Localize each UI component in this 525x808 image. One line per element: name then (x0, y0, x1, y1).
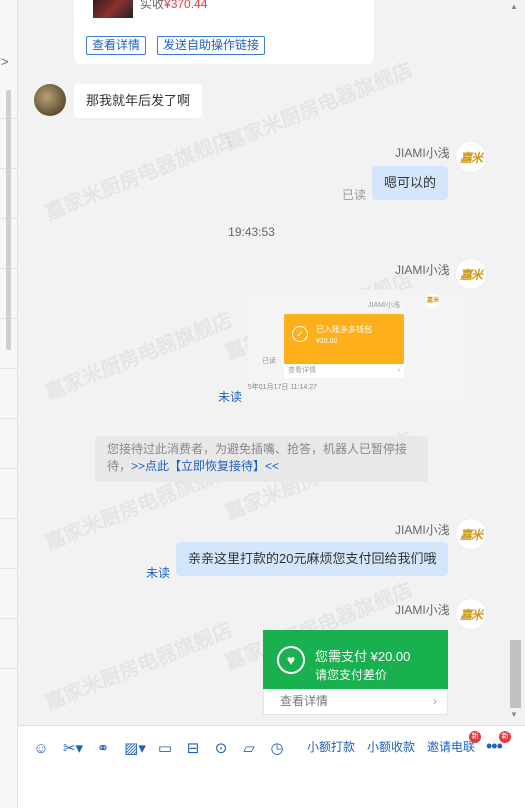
divider (0, 668, 17, 669)
search-order-icon[interactable]: ⊙ (212, 740, 230, 758)
agent-logo: 嘉米 (459, 527, 483, 542)
wallet-card-title: 已入账多多钱包 (316, 325, 372, 334)
agent-name: JIAMI小浅 (395, 146, 450, 160)
unread-status: 未读 (146, 566, 171, 580)
watermark: 嘉家米厨房电器旗舰店 (222, 59, 416, 155)
payment-card-header: ♥ 您需支付 ¥20.00 请您支付差价 (263, 630, 448, 689)
folder-icon[interactable]: ▱ (240, 740, 258, 758)
message-scrollbar[interactable]: ▲ ▼ (507, 0, 525, 725)
agent-avatar[interactable]: 嘉米 (455, 258, 487, 290)
agent-name: JIAMI小浅 (395, 523, 450, 537)
agent-message: 亲亲这里打款的20元麻烦您支付回给我们哦 (176, 542, 449, 576)
agent-avatar[interactable]: 嘉米 (455, 141, 487, 173)
small-collect-link[interactable]: 小额收款 (367, 738, 415, 755)
image-icon[interactable]: ▨▾ (122, 740, 148, 758)
watermark: 嘉家米厨房电器旗舰店 (42, 129, 236, 225)
wallet-card: ✓ 已入账多多钱包 ¥20.00 (284, 314, 404, 364)
video-icon[interactable]: ▭ (156, 740, 174, 758)
new-badge: 新 (499, 731, 511, 743)
payment-subtitle: 请您支付差价 (315, 668, 388, 682)
wallet-card-footer: 查看详情 › (284, 364, 404, 378)
divider (0, 618, 17, 619)
message-area: 嘉家米厨房电器旗舰店 嘉家米厨房电器旗舰店 嘉家米厨房电器旗舰店 嘉家米厨房电器… (18, 0, 521, 725)
message-timestamp: 19:43:53 (228, 225, 275, 239)
divider (0, 518, 17, 519)
resume-reception-link[interactable]: >>点此【立即恢复接待】<< (131, 459, 279, 473)
payment-request-card[interactable]: ♥ 您需支付 ¥20.00 请您支付差价 查看详情 › (263, 630, 448, 715)
divider (0, 568, 17, 569)
watermark: 嘉家米厨房电器旗舰店 (42, 619, 236, 715)
watermark: 嘉家米厨房电器旗舰店 (42, 309, 236, 405)
conversation-list-edge: > (0, 0, 18, 808)
screenshot-image-message[interactable]: JIAMI小浅 嘉米 ✓ 已入账多多钱包 ¥20.00 查看详情 › 已读 25年… (248, 290, 463, 402)
small-transfer-link[interactable]: 小额打款 (307, 738, 355, 755)
agent-name: JIAMI小浅 (395, 263, 450, 277)
chevron-right-icon: › (397, 367, 400, 374)
payment-amount: 您需支付 ¥20.00 (315, 649, 411, 664)
agent-logo: 嘉米 (459, 607, 483, 622)
image-timestamp: 25年01月17日 11:14:27 (248, 384, 318, 391)
agent-logo: 嘉米 (459, 267, 483, 282)
scissors-icon[interactable]: ✂▾ (60, 740, 86, 758)
link-icon[interactable]: ⚭ (94, 740, 112, 758)
payment-details-label: 查看详情 (280, 694, 329, 708)
wallet-card-link: 查看详情 (288, 367, 316, 374)
heart-hand-icon: ♥ (277, 646, 305, 674)
new-badge: 新 (469, 731, 481, 743)
scroll-up-icon[interactable]: ▲ (510, 2, 518, 11)
read-status: 已读 (342, 188, 367, 202)
chevron-right-icon: › (433, 694, 437, 708)
price-line: 实收¥370.44 (140, 0, 207, 12)
agent-logo: 嘉米 (459, 150, 483, 165)
view-details-button[interactable]: 查看详情 (86, 36, 147, 55)
scrollbar-thumb[interactable] (510, 640, 521, 708)
customer-avatar[interactable] (34, 84, 66, 116)
image-read-status: 已读 (262, 358, 276, 365)
chevron-right-icon[interactable]: > (1, 54, 9, 69)
emoji-icon[interactable]: ☺ (32, 740, 50, 758)
scroll-down-icon[interactable]: ▼ (510, 710, 518, 719)
agent-message: 嗯可以的 (372, 166, 449, 200)
coupon-icon[interactable]: ⊟ (184, 740, 202, 758)
agent-name: JIAMI小浅 (395, 603, 450, 617)
price-label: 实收 (140, 0, 165, 11)
product-card: 实收¥370.44 查看详情 发送自助操作链接 (74, 0, 374, 64)
agent-avatar[interactable]: 嘉米 (455, 518, 487, 550)
input-toolbar: ☺ ✂▾ ⚭ ▨▾ ▭ ⊟ ⊙ ▱ ◷ 小额打款 小额收款 邀请电联 新 •••… (18, 725, 525, 808)
send-self-service-link-button[interactable]: 发送自助操作链接 (157, 36, 266, 55)
divider (0, 468, 17, 469)
image-agent-name: JIAMI小浅 (368, 302, 400, 309)
agent-avatar[interactable]: 嘉米 (455, 598, 487, 630)
price-value: ¥370.44 (164, 0, 208, 11)
unread-status: 未读 (218, 390, 243, 404)
invite-call-link[interactable]: 邀请电联 (427, 738, 475, 755)
clock-icon[interactable]: ◷ (268, 740, 286, 758)
image-agent-logo: 嘉米 (426, 294, 440, 308)
product-thumbnail[interactable] (93, 0, 133, 18)
wallet-card-amount: ¥20.00 (316, 338, 338, 345)
check-icon: ✓ (292, 326, 308, 342)
chat-window: > 嘉家米厨房电器旗舰店 嘉家米厨房电器旗舰店 嘉家米厨房电器旗舰店 嘉家米厨房… (0, 0, 525, 808)
divider (0, 418, 17, 419)
list-scrollbar[interactable] (6, 90, 11, 350)
divider (0, 368, 17, 369)
system-notice: 您接待过此消费者，为避免插嘴、抢答，机器人已暂停接待，>>点此【立即恢复接待】<… (95, 436, 428, 482)
customer-message: 那我就年后发了啊 (74, 84, 203, 118)
payment-details-link[interactable]: 查看详情 › (263, 689, 448, 715)
